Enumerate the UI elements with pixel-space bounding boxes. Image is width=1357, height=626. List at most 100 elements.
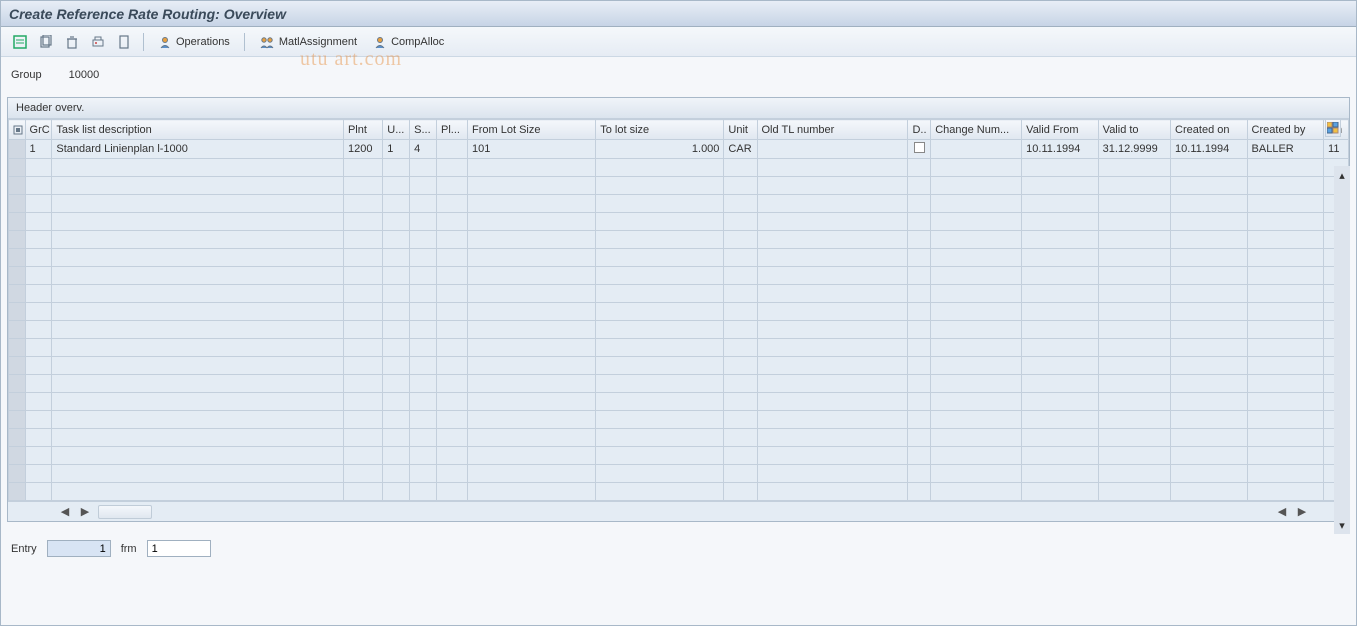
cell-empty[interactable] — [1171, 249, 1248, 267]
cell-empty[interactable] — [596, 159, 724, 177]
cell-empty[interactable] — [52, 267, 344, 285]
cell-empty[interactable] — [1022, 267, 1099, 285]
cell-empty[interactable] — [1098, 447, 1170, 465]
cell-empty[interactable] — [468, 267, 596, 285]
cell-empty[interactable] — [1171, 429, 1248, 447]
cell-empty[interactable] — [596, 195, 724, 213]
cell-empty[interactable] — [410, 339, 437, 357]
cell-empty[interactable] — [25, 321, 52, 339]
cell-empty[interactable] — [52, 195, 344, 213]
cell-empty[interactable] — [596, 429, 724, 447]
cell-empty[interactable] — [383, 267, 410, 285]
cell-empty[interactable] — [410, 321, 437, 339]
cell-empty[interactable] — [25, 267, 52, 285]
cell-empty[interactable] — [437, 465, 468, 483]
detail-icon[interactable] — [9, 31, 31, 53]
cell-empty[interactable] — [410, 429, 437, 447]
cell-empty[interactable] — [1171, 411, 1248, 429]
cell-created-on[interactable]: 10.11.1994 — [1171, 140, 1248, 159]
cell-empty[interactable] — [1098, 231, 1170, 249]
cell-empty[interactable] — [931, 339, 1022, 357]
cell-empty[interactable] — [25, 447, 52, 465]
cell-empty[interactable] — [1022, 303, 1099, 321]
new-icon[interactable] — [113, 31, 135, 53]
cell-empty[interactable] — [1022, 393, 1099, 411]
cell-empty[interactable] — [596, 267, 724, 285]
cell-empty[interactable] — [1022, 321, 1099, 339]
cell-empty[interactable] — [383, 375, 410, 393]
cell-empty[interactable] — [757, 393, 908, 411]
cell-empty[interactable] — [908, 393, 931, 411]
cell-empty[interactable] — [908, 249, 931, 267]
cell-empty[interactable] — [1098, 285, 1170, 303]
cell-empty[interactable] — [410, 231, 437, 249]
cell-empty[interactable] — [931, 429, 1022, 447]
cell-empty[interactable] — [1171, 465, 1248, 483]
cell-empty[interactable] — [908, 159, 931, 177]
cell-empty[interactable] — [724, 249, 757, 267]
cell-valid-from[interactable]: 10.11.1994 — [1022, 140, 1099, 159]
cell-empty[interactable] — [1247, 339, 1324, 357]
col-old-tl[interactable]: Old TL number — [757, 120, 908, 140]
cell-empty[interactable] — [52, 483, 344, 501]
cell-empty[interactable] — [343, 195, 382, 213]
cell-empty[interactable] — [52, 177, 344, 195]
cell-empty[interactable] — [1171, 159, 1248, 177]
cell-empty[interactable] — [931, 267, 1022, 285]
cell-empty[interactable] — [343, 375, 382, 393]
cell-empty[interactable] — [1247, 447, 1324, 465]
cell-empty[interactable] — [596, 321, 724, 339]
cell-empty[interactable] — [25, 213, 52, 231]
cell-empty[interactable] — [52, 411, 344, 429]
cell-empty[interactable] — [724, 483, 757, 501]
cell-empty[interactable] — [1098, 267, 1170, 285]
cell-empty[interactable] — [25, 339, 52, 357]
row-selector[interactable] — [9, 140, 26, 159]
cell-empty[interactable] — [931, 231, 1022, 249]
cell-empty[interactable] — [343, 357, 382, 375]
cell-empty[interactable] — [468, 339, 596, 357]
cell-empty[interactable] — [596, 393, 724, 411]
cell-empty[interactable] — [1247, 321, 1324, 339]
cell-empty[interactable] — [52, 321, 344, 339]
cell-empty[interactable] — [931, 375, 1022, 393]
cell-empty[interactable] — [468, 285, 596, 303]
cell-empty[interactable] — [1247, 267, 1324, 285]
cell-empty[interactable] — [1247, 429, 1324, 447]
cell-empty[interactable] — [1171, 357, 1248, 375]
cell-empty[interactable] — [410, 195, 437, 213]
row-selector[interactable] — [9, 267, 26, 285]
cell-empty[interactable] — [410, 249, 437, 267]
cell-empty[interactable] — [468, 357, 596, 375]
cell-empty[interactable] — [410, 465, 437, 483]
vertical-scrollbar[interactable]: ▴ ▾ — [1334, 166, 1350, 534]
cell-empty[interactable] — [1247, 303, 1324, 321]
scroll-up-icon[interactable]: ▴ — [1335, 168, 1349, 182]
cell-empty[interactable] — [1098, 213, 1170, 231]
cell-empty[interactable] — [757, 465, 908, 483]
cell-empty[interactable] — [1247, 357, 1324, 375]
cell-empty[interactable] — [757, 159, 908, 177]
cell-empty[interactable] — [908, 357, 931, 375]
row-selector[interactable] — [9, 483, 26, 501]
cell-empty[interactable] — [410, 357, 437, 375]
cell-empty[interactable] — [25, 411, 52, 429]
cell-empty[interactable] — [437, 357, 468, 375]
cell-empty[interactable] — [25, 375, 52, 393]
row-selector[interactable] — [9, 231, 26, 249]
cell-empty[interactable] — [757, 231, 908, 249]
cell-empty[interactable] — [437, 159, 468, 177]
copy-icon[interactable] — [35, 31, 57, 53]
operations-button[interactable]: Operations — [152, 31, 236, 53]
cell-empty[interactable] — [343, 339, 382, 357]
cell-empty[interactable] — [908, 321, 931, 339]
cell-empty[interactable] — [1098, 195, 1170, 213]
cell-empty[interactable] — [757, 267, 908, 285]
cell-empty[interactable] — [437, 393, 468, 411]
cell-empty[interactable] — [343, 393, 382, 411]
cell-empty[interactable] — [596, 231, 724, 249]
cell-empty[interactable] — [1098, 303, 1170, 321]
cell-empty[interactable] — [1171, 285, 1248, 303]
row-selector[interactable] — [9, 213, 26, 231]
cell-empty[interactable] — [908, 339, 931, 357]
